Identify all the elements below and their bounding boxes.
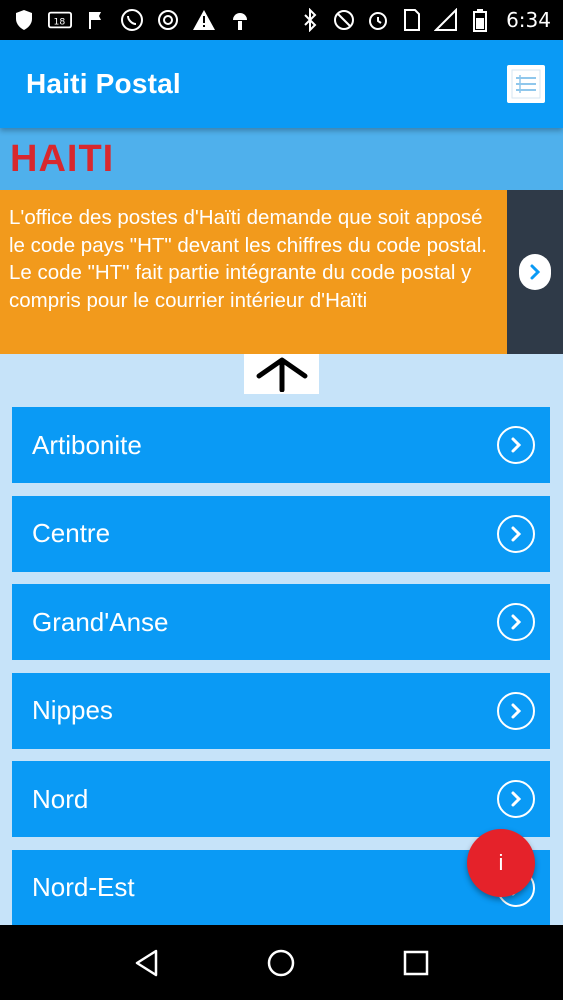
sim-icon (400, 8, 424, 32)
region-label: Grand'Anse (32, 606, 169, 637)
home-circle-icon (268, 949, 295, 976)
chevron-right-icon (497, 691, 535, 730)
country-header: HAITI (0, 128, 563, 190)
picture-icon: 18 (48, 8, 72, 32)
alarm-icon (366, 8, 390, 32)
country-title: HAITI (10, 137, 115, 180)
menu-button[interactable] (507, 65, 545, 103)
app-bar: Haiti Postal (0, 40, 563, 128)
notice-next-button[interactable] (519, 254, 551, 290)
svg-text:18: 18 (54, 17, 66, 28)
battery-icon (468, 8, 492, 32)
app-title: Haiti Postal (26, 68, 181, 99)
scroll-up-button[interactable] (244, 354, 319, 394)
back-triangle-icon (135, 949, 158, 976)
notice-side-panel[interactable] (507, 190, 563, 354)
region-item-artibonite[interactable]: Artibonite (12, 407, 550, 483)
recents-square-icon (403, 950, 429, 975)
home-button[interactable] (261, 943, 301, 983)
list-menu-icon (511, 69, 541, 99)
chevron-right-icon (497, 514, 535, 553)
back-button[interactable] (127, 943, 167, 983)
chevron-right-icon (497, 426, 535, 464)
region-label: Nippes (32, 695, 113, 725)
recents-button[interactable] (396, 943, 436, 983)
region-item-nord[interactable]: Nord (12, 761, 550, 837)
bluetooth-icon (298, 8, 322, 32)
chevron-right-icon (497, 603, 535, 641)
chevron-right-icon (530, 264, 541, 280)
status-time: 6:34 (506, 8, 551, 32)
signal-icon (434, 8, 458, 32)
region-item-grandanse[interactable]: Grand'Anse (12, 584, 550, 660)
region-label: Artibonite (32, 429, 142, 460)
status-bar: 18 6:34 (0, 0, 563, 40)
info-fab-button[interactable]: i (467, 829, 535, 897)
shield-icon (12, 8, 36, 32)
navigation-bar (0, 925, 563, 1000)
region-item-nippes[interactable]: Nippes (12, 672, 550, 749)
info-label: i (498, 850, 504, 875)
warning-icon (192, 8, 216, 32)
notice-banner: L'office des postes d'Haïti demande que … (0, 190, 563, 354)
chevron-right-icon (497, 780, 535, 818)
region-item-centre[interactable]: Centre (12, 495, 550, 572)
whatsapp-icon (120, 8, 144, 32)
notice-text: L'office des postes d'Haïti demande que … (0, 190, 507, 354)
do-not-disturb-icon (332, 8, 356, 32)
flag-icon (84, 8, 108, 32)
region-label: Nord (32, 783, 89, 814)
region-label: Centre (32, 518, 111, 548)
tools-icon (156, 8, 180, 32)
region-label: Nord-Est (32, 872, 135, 902)
android-icon (228, 8, 252, 32)
arrow-up-icon (256, 357, 307, 392)
